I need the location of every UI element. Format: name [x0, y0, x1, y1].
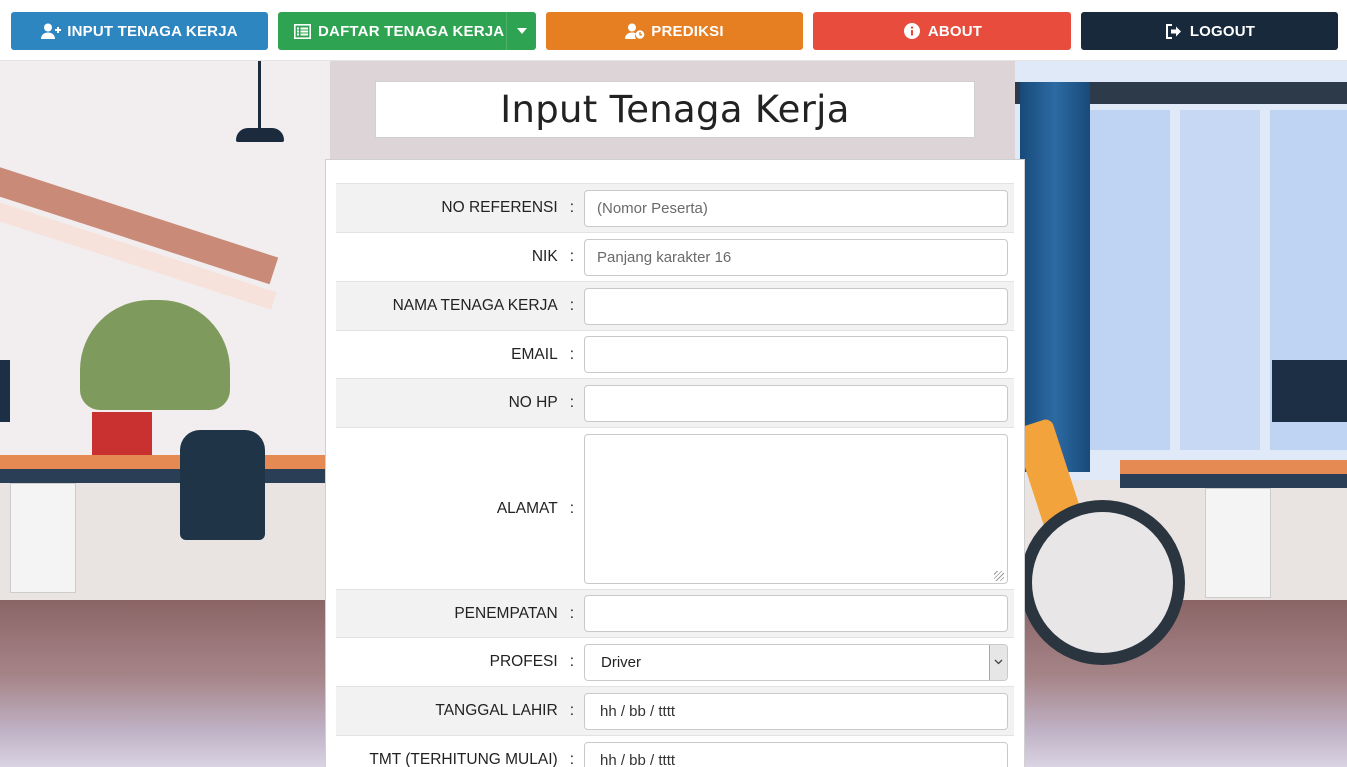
bg-drawer [1205, 488, 1271, 598]
bg-chair [180, 430, 265, 540]
bg-window-pane [1090, 110, 1170, 450]
form-row-profesi: PROFESI: Driver [336, 637, 1014, 686]
form-row-email: EMAIL: [336, 330, 1014, 378]
bg-bicycle-wheel [1020, 500, 1185, 665]
bg-monitor [1272, 360, 1347, 422]
info-circle-icon [902, 22, 922, 40]
no-hp-input[interactable] [584, 384, 1008, 422]
page-title-box: Input Tenaga Kerja [375, 81, 975, 138]
penempatan-input[interactable] [584, 595, 1008, 632]
profesi-label: PROFESI: [489, 653, 574, 670]
bg-desk [1120, 460, 1347, 474]
chevron-down-icon[interactable] [989, 644, 1007, 680]
form-row-no-referensi: NO REFERENSI: [336, 183, 1014, 232]
email-label: EMAIL: [511, 345, 574, 363]
no-referensi-label: NO REFERENSI: [441, 199, 574, 216]
form-row-nama: NAMA TENAGA KERJA: [336, 281, 1014, 330]
tanggal-lahir-label: TANGGAL LAHIR: [435, 702, 574, 719]
bg-lamp-cord [258, 60, 261, 130]
daftar-tenaga-kerja-button[interactable]: DAFTAR TENAGA KERJA [278, 12, 536, 50]
alamat-textarea[interactable] [584, 433, 1008, 584]
input-tenaga-kerja-button[interactable]: INPUT TENAGA KERJA [11, 12, 268, 50]
bg-curtain [1020, 82, 1090, 472]
user-clock-icon [625, 22, 645, 40]
nama-tenaga-kerja-input[interactable] [584, 287, 1008, 325]
tanggal-lahir-date-input[interactable]: hh / bb / tttt [584, 692, 1008, 730]
penempatan-label: PENEMPATAN: [454, 604, 574, 622]
top-navbar: INPUT TENAGA KERJA DAFTAR TENAGA KERJA P… [0, 0, 1347, 61]
form-row-tanggal-lahir: TANGGAL LAHIR: hh / bb / tttt [336, 686, 1014, 735]
bg-monitor [0, 360, 10, 422]
about-label: ABOUT [927, 22, 983, 40]
form-row-no-hp: NO HP: [336, 378, 1014, 427]
page-title: Input Tenaga Kerja [500, 88, 850, 131]
tmt-label: TMT (TERHITUNG MULAI): [369, 751, 574, 767]
nik-label: NIK: [531, 248, 574, 265]
prediksi-button[interactable]: PREDIKSI [546, 12, 803, 50]
profesi-select[interactable]: Driver [584, 643, 1008, 681]
caret-down-icon[interactable] [506, 12, 536, 50]
user-plus-icon [41, 22, 62, 40]
input-tenaga-kerja-label: INPUT TENAGA KERJA [67, 22, 238, 40]
alamat-label: ALAMAT: [496, 499, 574, 517]
bg-desk-edge [0, 469, 330, 483]
logout-button[interactable]: LOGOUT [1081, 12, 1338, 50]
about-button[interactable]: ABOUT [813, 12, 1071, 50]
form-row-penempatan: PENEMPATAN: [336, 589, 1014, 637]
bg-window-pane [1180, 110, 1260, 450]
daftar-tenaga-kerja-label: DAFTAR TENAGA KERJA [318, 22, 505, 40]
resize-grip-icon[interactable] [994, 571, 1004, 581]
tmt-date-input[interactable]: hh / bb / tttt [584, 741, 1008, 767]
nama-tenaga-kerja-label: NAMA TENAGA KERJA: [392, 297, 574, 314]
logout-label: LOGOUT [1189, 22, 1256, 40]
form-row-tmt: TMT (TERHITUNG MULAI): hh / bb / tttt [336, 735, 1014, 767]
list-icon [292, 22, 312, 40]
form-row-alamat: ALAMAT: [336, 427, 1014, 589]
profesi-selected-value: Driver [601, 653, 641, 671]
input-form-card: NO REFERENSI: NIK: NAMA TENAGA KERJA: EM… [325, 159, 1025, 767]
bg-lamp [236, 128, 284, 142]
bg-desk-edge [1120, 474, 1347, 488]
prediksi-label: PREDIKSI [651, 22, 724, 40]
no-referensi-input[interactable] [584, 189, 1008, 227]
sign-out-icon [1164, 22, 1184, 40]
form-row-nik: NIK: [336, 232, 1014, 281]
nik-input[interactable] [584, 238, 1008, 276]
no-hp-label: NO HP: [508, 394, 574, 411]
bg-desk [0, 455, 330, 469]
bg-drawer [10, 483, 76, 593]
email-input[interactable] [584, 336, 1008, 373]
